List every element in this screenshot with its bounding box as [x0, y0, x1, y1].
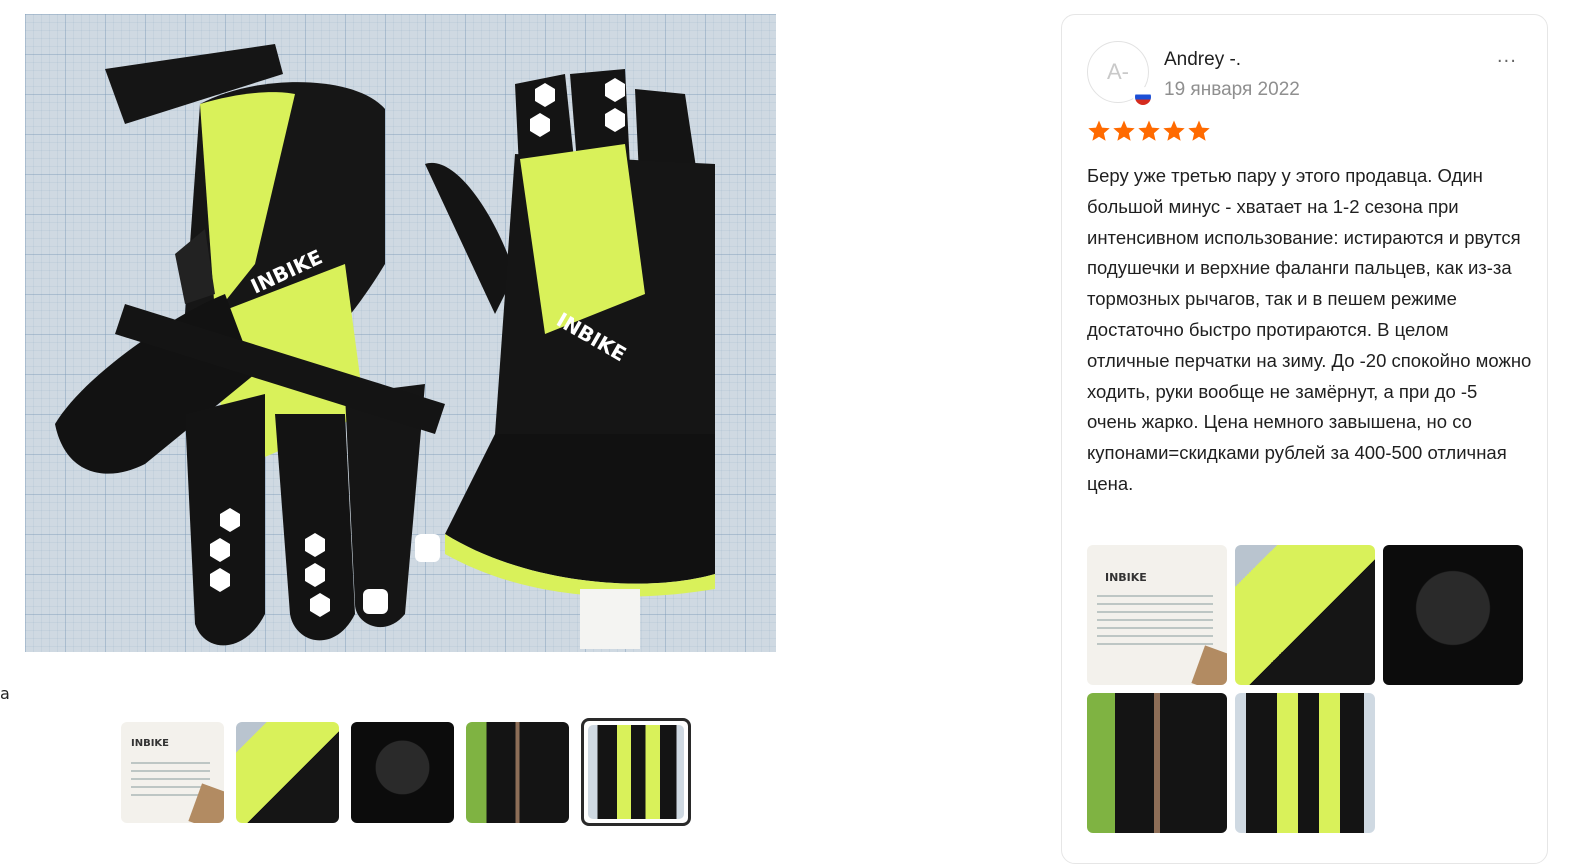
- left-glove: INBIKE: [55, 44, 445, 646]
- review-date: 19 января 2022: [1164, 79, 1300, 100]
- review-photo-glove-closeup[interactable]: [1235, 545, 1375, 685]
- star-icon: [1113, 120, 1135, 141]
- right-glove: INBIKE: [415, 69, 715, 649]
- review-photo-label[interactable]: INBIKE: [1087, 545, 1227, 685]
- label-brand-text: INBIKE: [1105, 571, 1147, 584]
- more-options-button[interactable]: ···: [1497, 51, 1517, 72]
- review-author[interactable]: Andrey -.: [1164, 49, 1241, 71]
- star-icon: [1088, 120, 1110, 141]
- thumbnail-glove-closeup-photo[interactable]: [236, 722, 339, 823]
- star-icon: [1138, 120, 1160, 141]
- stray-text: a: [0, 684, 10, 703]
- russia-flag-icon: [1133, 87, 1153, 107]
- rating-stars: [1087, 119, 1211, 143]
- gloves-illustration: INBIKE INBIKE: [55, 44, 715, 649]
- review-text: Беру уже третью пару у этого продавца. О…: [1087, 165, 1532, 494]
- review-photo-pair-grid[interactable]: [1235, 693, 1375, 833]
- star-icon: [1163, 120, 1185, 141]
- review-card: A- Andrey -. 19 января 2022 ··· Беру уже…: [1061, 14, 1548, 864]
- label-brand-text: INBIKE: [131, 738, 170, 749]
- review-photo-palm[interactable]: [1383, 545, 1523, 685]
- thumbnail-strip: INBIKE: [121, 718, 691, 826]
- thumbnail-palm-photo[interactable]: [351, 722, 454, 823]
- review-photo-pair-table[interactable]: [1087, 693, 1227, 833]
- thumbnail-pair-on-table-photo[interactable]: [466, 722, 569, 823]
- main-review-photo[interactable]: INBIKE INBIKE: [25, 14, 776, 652]
- thumbnail-label-photo[interactable]: INBIKE: [121, 722, 224, 823]
- star-icon: [1188, 120, 1210, 141]
- thumbnail-pair-on-grid-photo[interactable]: [581, 718, 691, 826]
